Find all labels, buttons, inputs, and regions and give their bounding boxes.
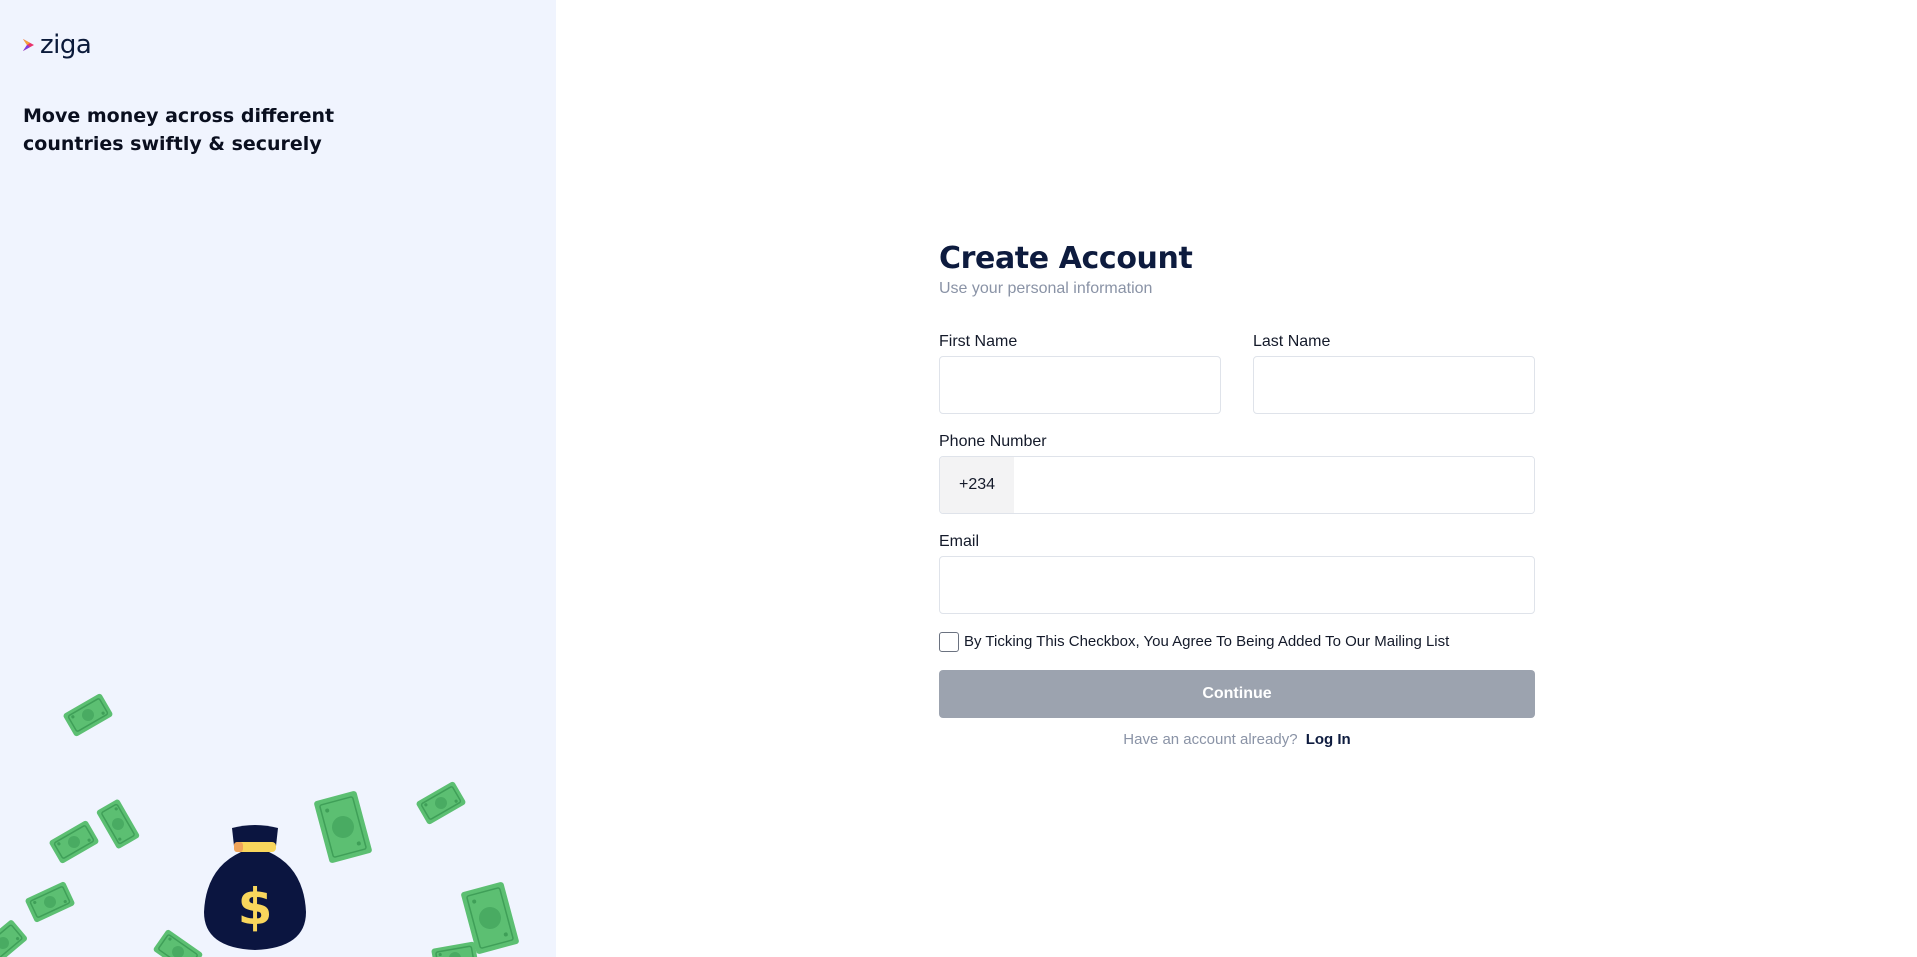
email-field: Email xyxy=(939,532,1535,614)
last-name-input[interactable] xyxy=(1253,356,1535,414)
first-name-label: First Name xyxy=(939,333,1018,350)
money-bag-icon: $ xyxy=(204,825,306,950)
brand-panel: ziga Move money across different countri… xyxy=(0,0,556,957)
bag-dollar-symbol: $ xyxy=(238,878,273,936)
login-link[interactable]: Log In xyxy=(1306,731,1351,748)
email-input[interactable] xyxy=(939,556,1535,614)
tagline-line-1: Move money across different xyxy=(23,105,335,127)
name-row: First Name Last Name xyxy=(939,332,1535,414)
tagline: Move money across different countries sw… xyxy=(23,102,343,158)
page-title: Create Account xyxy=(939,241,1193,276)
login-prompt: Have an account already? Log In xyxy=(939,730,1535,750)
logo: ziga xyxy=(22,30,92,60)
phone-input-group: +234 xyxy=(939,456,1535,514)
country-code-prefix: +234 xyxy=(940,457,1014,513)
mailing-list-consent: By Ticking This Checkbox, You Agree To B… xyxy=(939,632,1535,652)
phone-field: Phone Number +234 xyxy=(939,432,1535,514)
first-name-field: First Name xyxy=(939,332,1221,414)
logo-wordmark: ziga xyxy=(40,30,92,60)
last-name-field: Last Name xyxy=(1253,332,1535,414)
phone-label: Phone Number xyxy=(939,433,1047,450)
last-name-label: Last Name xyxy=(1253,333,1331,350)
money-illustration: $ xyxy=(0,691,521,957)
tagline-line-2: countries swiftly & securely xyxy=(23,133,322,155)
mailing-list-label: By Ticking This Checkbox, You Agree To B… xyxy=(964,633,1450,650)
email-label: Email xyxy=(939,533,980,550)
signup-form: Create Account Use your personal informa… xyxy=(939,240,1535,750)
continue-button[interactable]: Continue xyxy=(939,670,1535,718)
mailing-list-checkbox[interactable] xyxy=(939,632,959,652)
first-name-input[interactable] xyxy=(939,356,1221,414)
phone-input[interactable] xyxy=(1014,457,1534,513)
page-subtitle: Use your personal information xyxy=(939,280,1153,297)
logo-arrow-icon xyxy=(23,39,34,51)
login-prompt-text: Have an account already? xyxy=(1123,731,1298,748)
